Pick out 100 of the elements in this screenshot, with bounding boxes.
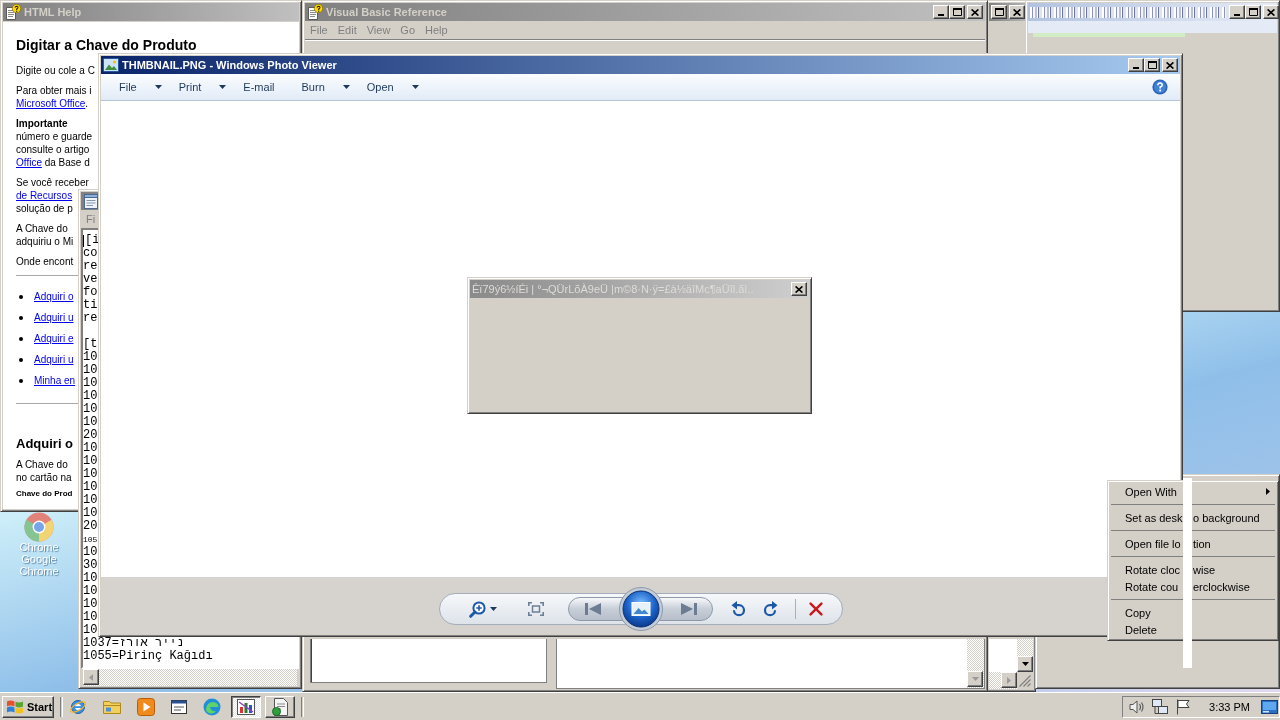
text-line: 10 [83,546,98,559]
horizontal-scrollbar[interactable] [83,669,297,686]
close-icon [1166,61,1174,69]
start-button[interactable]: Start [2,695,54,718]
text-line: co [83,247,98,260]
link[interactable]: Adquiri e [34,333,74,344]
network-icon[interactable] [1152,698,1169,715]
skip-forward-icon[interactable] [680,603,697,615]
scroll-down-button[interactable] [1017,656,1033,672]
menu-item[interactable]: Open With [1110,483,1276,500]
minimize-icon [1133,67,1139,69]
minimize-icon [1234,14,1240,16]
close-button[interactable] [967,5,983,19]
menu-item[interactable]: Set as desk o background [1110,509,1276,526]
caret-icon[interactable] [489,607,497,611]
menu-button[interactable]: Burn [301,77,350,97]
fit-window-icon[interactable] [527,602,544,616]
document-icon [271,697,289,716]
round-logo-icon[interactable] [24,512,54,542]
slideshow-icon[interactable] [618,587,663,631]
arrow-left-icon [89,673,93,681]
maximize-button[interactable] [1245,5,1261,19]
close-button[interactable] [1009,5,1025,19]
help-icon [5,4,21,20]
menu-item[interactable]: Open file lo tion [1110,535,1276,552]
link[interactable]: de Recursos [16,190,73,201]
zoom-in-icon[interactable] [468,600,486,618]
flag-icon [6,698,24,715]
maximize-button[interactable] [949,5,965,19]
rotate-left-icon[interactable] [729,601,746,617]
menu-item[interactable]: Delete [1110,621,1276,638]
text-line: 10 [83,468,98,481]
page-heading: Digitar a Chave do Produto [16,37,197,53]
paragraph: A Chave do no cartão na [16,458,72,484]
arrow-right-icon [1007,676,1011,684]
close-icon [1267,8,1275,16]
delete-icon[interactable] [808,602,823,616]
paragraph: Importante número e guarde consulte o artigo Office da Base d [16,117,93,169]
link[interactable]: Adquiri o [34,291,74,302]
help-icon[interactable] [1152,79,1168,95]
text-line: [i [85,234,100,247]
maximize-icon [952,8,962,16]
menu-item[interactable]: Rotate cloc wise [1110,561,1276,578]
clock[interactable]: 3:33 PM [1209,700,1250,713]
menu-button[interactable]: Open [366,77,419,97]
show-desktop-icon[interactable] [1261,699,1278,714]
maximize-icon [1147,61,1157,69]
play-icon[interactable] [137,697,155,716]
horizontal-scrollbar[interactable] [989,672,1017,689]
resize-grip[interactable] [1019,674,1031,687]
link[interactable]: Adquiri u [34,354,74,365]
maximize-button[interactable] [991,5,1007,19]
globe-ring-icon[interactable] [69,697,87,716]
notepad-icon [83,193,99,209]
close-button[interactable] [791,282,807,296]
link[interactable]: Minha en [34,375,76,386]
text-line: 10 [83,624,98,637]
flag-icon[interactable] [1175,698,1192,715]
bullet-icon [19,357,23,362]
paragraph: Digite ou cole a C [16,64,95,77]
text-line: 10 [83,585,98,598]
vertical-scrollbar[interactable] [1017,639,1033,672]
section-heading: Adquiri o [16,436,74,452]
speaker-icon[interactable] [1129,698,1146,715]
minimize-button[interactable] [933,5,949,19]
close-icon [795,285,803,293]
menu-button[interactable]: File [119,77,162,97]
menu-button[interactable]: Print [178,77,227,97]
taskbar-button[interactable] [231,695,261,718]
content-pane [989,639,1017,672]
window-icon[interactable] [171,698,187,715]
text-line: 30 [83,559,98,572]
scroll-right-button[interactable] [1001,672,1017,688]
bullet-icon [19,315,23,320]
scroll-down-button[interactable] [967,671,983,687]
minimize-button[interactable] [1229,5,1245,19]
menu-item[interactable]: Rotate cou erclockwise [1110,578,1276,595]
skip-back-icon[interactable] [584,603,601,615]
link[interactable]: Adquiri u [34,312,74,323]
picture-icon [103,58,119,72]
minimize-button[interactable] [1128,58,1144,72]
text-line: ve [83,273,98,286]
menu-button[interactable]: E-mail [243,77,285,97]
scroll-left-button[interactable] [83,669,99,685]
maximize-button[interactable] [1144,58,1160,72]
paragraph: Onde encont [16,255,74,268]
bullet-icon [19,336,23,341]
text-line: re [83,260,98,273]
text-line: 10 [83,572,98,585]
text-line: 10 [83,351,98,364]
rotate-right-icon[interactable] [762,601,779,617]
close-button[interactable] [1263,5,1279,19]
window-title: THMBNAIL.PNG - Windows Photo Viewer [122,59,337,71]
menu-item[interactable]: Copy [1110,604,1276,621]
vertical-scrollbar[interactable] [967,639,984,688]
close-button[interactable] [1162,58,1178,72]
text-line: fo [83,286,98,299]
link[interactable]: Office [16,157,42,168]
bullet-icon [19,378,23,383]
text-line: 1037=נייר אורז [83,637,184,650]
